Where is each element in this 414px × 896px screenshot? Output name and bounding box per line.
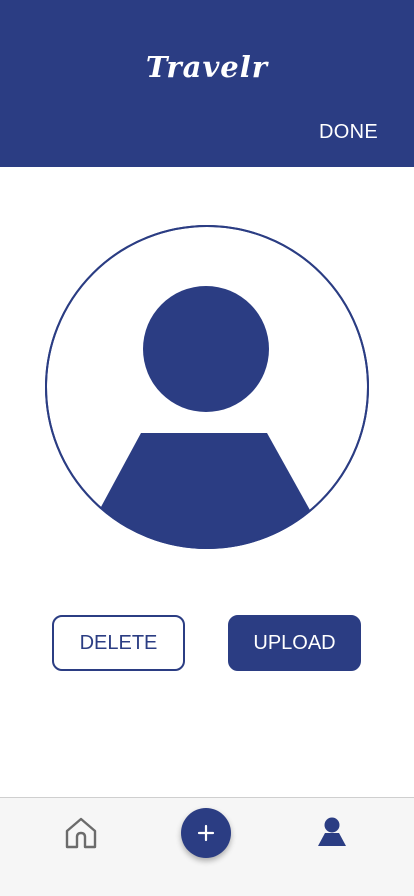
default-avatar-icon	[45, 225, 369, 549]
nav-profile-button[interactable]	[312, 812, 352, 852]
delete-button[interactable]: DELETE	[52, 615, 185, 671]
app-title: Travelr	[145, 50, 269, 84]
profile-icon	[318, 817, 346, 846]
edit-profile-photo-screen: Travelr DONE DELETE UPLOAD	[0, 0, 414, 896]
upload-button[interactable]: UPLOAD	[228, 615, 361, 671]
avatar-head-shape	[143, 286, 269, 412]
profile-photo	[45, 225, 369, 549]
bottom-navigation	[0, 797, 414, 896]
nav-add-button[interactable]	[181, 808, 231, 858]
home-icon	[65, 817, 97, 849]
app-header: Travelr DONE	[0, 0, 414, 167]
done-button[interactable]: DONE	[319, 121, 378, 144]
plus-icon	[197, 824, 215, 842]
nav-home-button[interactable]	[60, 812, 102, 854]
